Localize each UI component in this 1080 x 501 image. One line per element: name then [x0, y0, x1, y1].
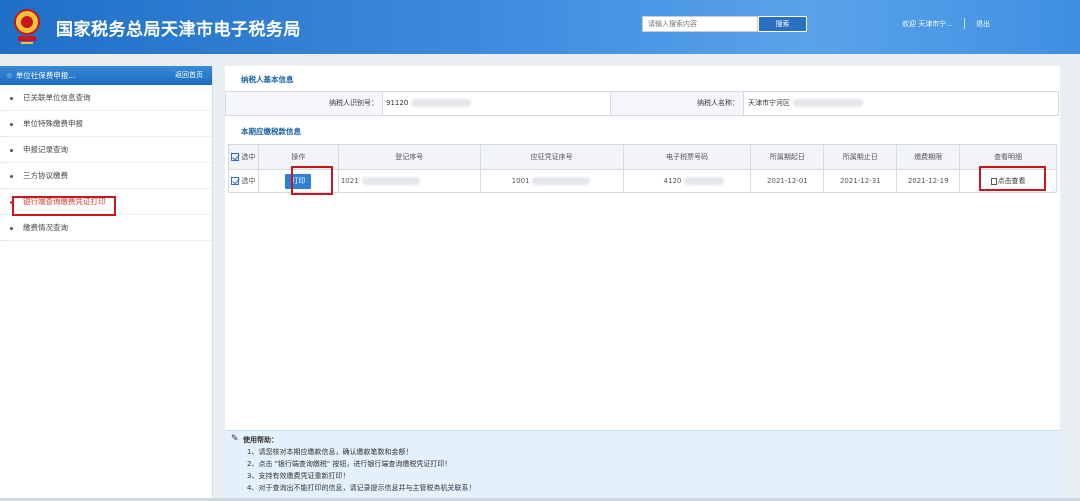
- sidebar-item-special-payment[interactable]: 单位特殊缴费申报: [0, 111, 212, 137]
- sidebar: ☆ 单位社保费申报... 返回首页 已关联单位信息查询 单位特殊缴费申报 申报记录…: [0, 66, 213, 498]
- taxpayer-id-label: 纳税人识别号：: [226, 92, 383, 115]
- site-title: 国家税务总局天津市电子税务局: [56, 20, 301, 40]
- highlight-box-sidebar: [12, 196, 116, 216]
- col-ticket-no: 电子税票号码: [622, 144, 752, 170]
- ticket-no-cell: 4120: [622, 169, 752, 193]
- logout-link[interactable]: 退出: [976, 19, 990, 29]
- col-period-start: 所属期起日: [750, 144, 825, 170]
- sidebar-item-label: 申报记录查询: [23, 145, 68, 154]
- bullet-icon: [10, 122, 13, 126]
- taxpayer-name-label: 纳税人名称：: [610, 92, 744, 115]
- col-deadline: 缴费期限: [896, 144, 961, 170]
- welcome-user-text: 欢迎 天津市宁...: [902, 20, 953, 28]
- basic-info-title: 纳税人基本信息: [241, 75, 294, 84]
- col-voucher-no: 应征凭证序号: [479, 144, 624, 170]
- bullet-icon: [10, 174, 13, 178]
- payment-info-title: 本期应缴税款信息: [241, 127, 301, 136]
- tax-emblem-logo: [14, 9, 40, 44]
- search-input[interactable]: [642, 16, 758, 32]
- bullet-icon: [10, 96, 13, 100]
- sidebar-header: ☆ 单位社保费申报... 返回首页: [0, 66, 212, 85]
- help-line-2: 2、点击 "银行端查询缴税" 按钮，进行银行端查询缴税凭证打印！: [247, 460, 452, 468]
- help-title: 使用帮助：: [243, 436, 278, 444]
- taxpayer-name-value: 天津市宁河区: [748, 92, 1048, 115]
- col-reg-no: 登记序号: [337, 144, 481, 170]
- col-select[interactable]: 选中: [228, 144, 259, 170]
- bullet-icon: [10, 226, 13, 230]
- app-header: 国家税务总局天津市电子税务局 搜索 欢迎 天津市宁... 退出: [0, 0, 1080, 54]
- sidebar-item-label: 单位特殊缴费申报: [23, 119, 83, 128]
- sidebar-item-payment-status[interactable]: 缴费情况查询: [0, 215, 212, 241]
- taxpayer-info-table: 纳税人识别号： 91120 纳税人名称： 天津市宁河区: [225, 91, 1059, 116]
- highlight-box-print: [291, 166, 333, 195]
- help-line-4: 4、对于查询出不能打印的信息，请记录提示信息并与主管税务机关联系！: [247, 484, 476, 492]
- table-row: 选中 打印 1021 1001 4120 2021-12-01 2021-12-…: [228, 169, 1057, 193]
- help-line-3: 3、支持有效缴费凭证重新打印！: [247, 472, 350, 480]
- search-button[interactable]: 搜索: [758, 16, 807, 32]
- reg-no-cell: 1021: [337, 169, 481, 193]
- sidebar-title: 单位社保费申报...: [15, 71, 76, 80]
- taxpayer-id-value: 91120: [386, 92, 606, 115]
- sidebar-item-label: 缴费情况查询: [23, 223, 68, 232]
- pen-icon: ✎: [231, 434, 239, 444]
- select-all-checkbox[interactable]: [231, 153, 240, 161]
- deadline-cell: 2021-12-19: [896, 169, 961, 193]
- col-period-end: 所属期止日: [823, 144, 898, 170]
- sidebar-item-label: 三方协议缴费: [23, 171, 68, 180]
- sidebar-item-linked-units[interactable]: 已关联单位信息查询: [0, 85, 212, 111]
- payment-table: 选中 操作 登记序号 应征凭证序号 电子税票号码 所属期起日 所属期止日 缴费期…: [228, 144, 1057, 193]
- star-icon: ☆: [6, 71, 13, 80]
- period-start-cell: 2021-12-01: [750, 169, 825, 193]
- header-divider: [964, 18, 965, 29]
- help-line-1: 1、请您核对本期应缴款信息，确认缴款笔数和金额！: [247, 448, 413, 456]
- voucher-no-cell: 1001: [479, 169, 624, 193]
- sidebar-item-declaration-records[interactable]: 申报记录查询: [0, 137, 212, 163]
- sidebar-item-tripartite-payment[interactable]: 三方协议缴费: [0, 163, 212, 189]
- bullet-icon: [10, 148, 13, 152]
- help-panel: ✎ 使用帮助： 1、请您核对本期应缴款信息，确认缴款笔数和金额！ 2、点击 "银…: [225, 430, 1060, 498]
- table-header-row: 选中 操作 登记序号 应征凭证序号 电子税票号码 所属期起日 所属期止日 缴费期…: [228, 144, 1057, 170]
- period-end-cell: 2021-12-31: [823, 169, 898, 193]
- highlight-box-view: [979, 166, 1046, 191]
- back-home-link[interactable]: 返回首页: [175, 66, 203, 85]
- row-select-cell[interactable]: 选中: [228, 169, 259, 193]
- sidebar-item-label: 已关联单位信息查询: [23, 93, 91, 102]
- row-checkbox[interactable]: [231, 177, 240, 185]
